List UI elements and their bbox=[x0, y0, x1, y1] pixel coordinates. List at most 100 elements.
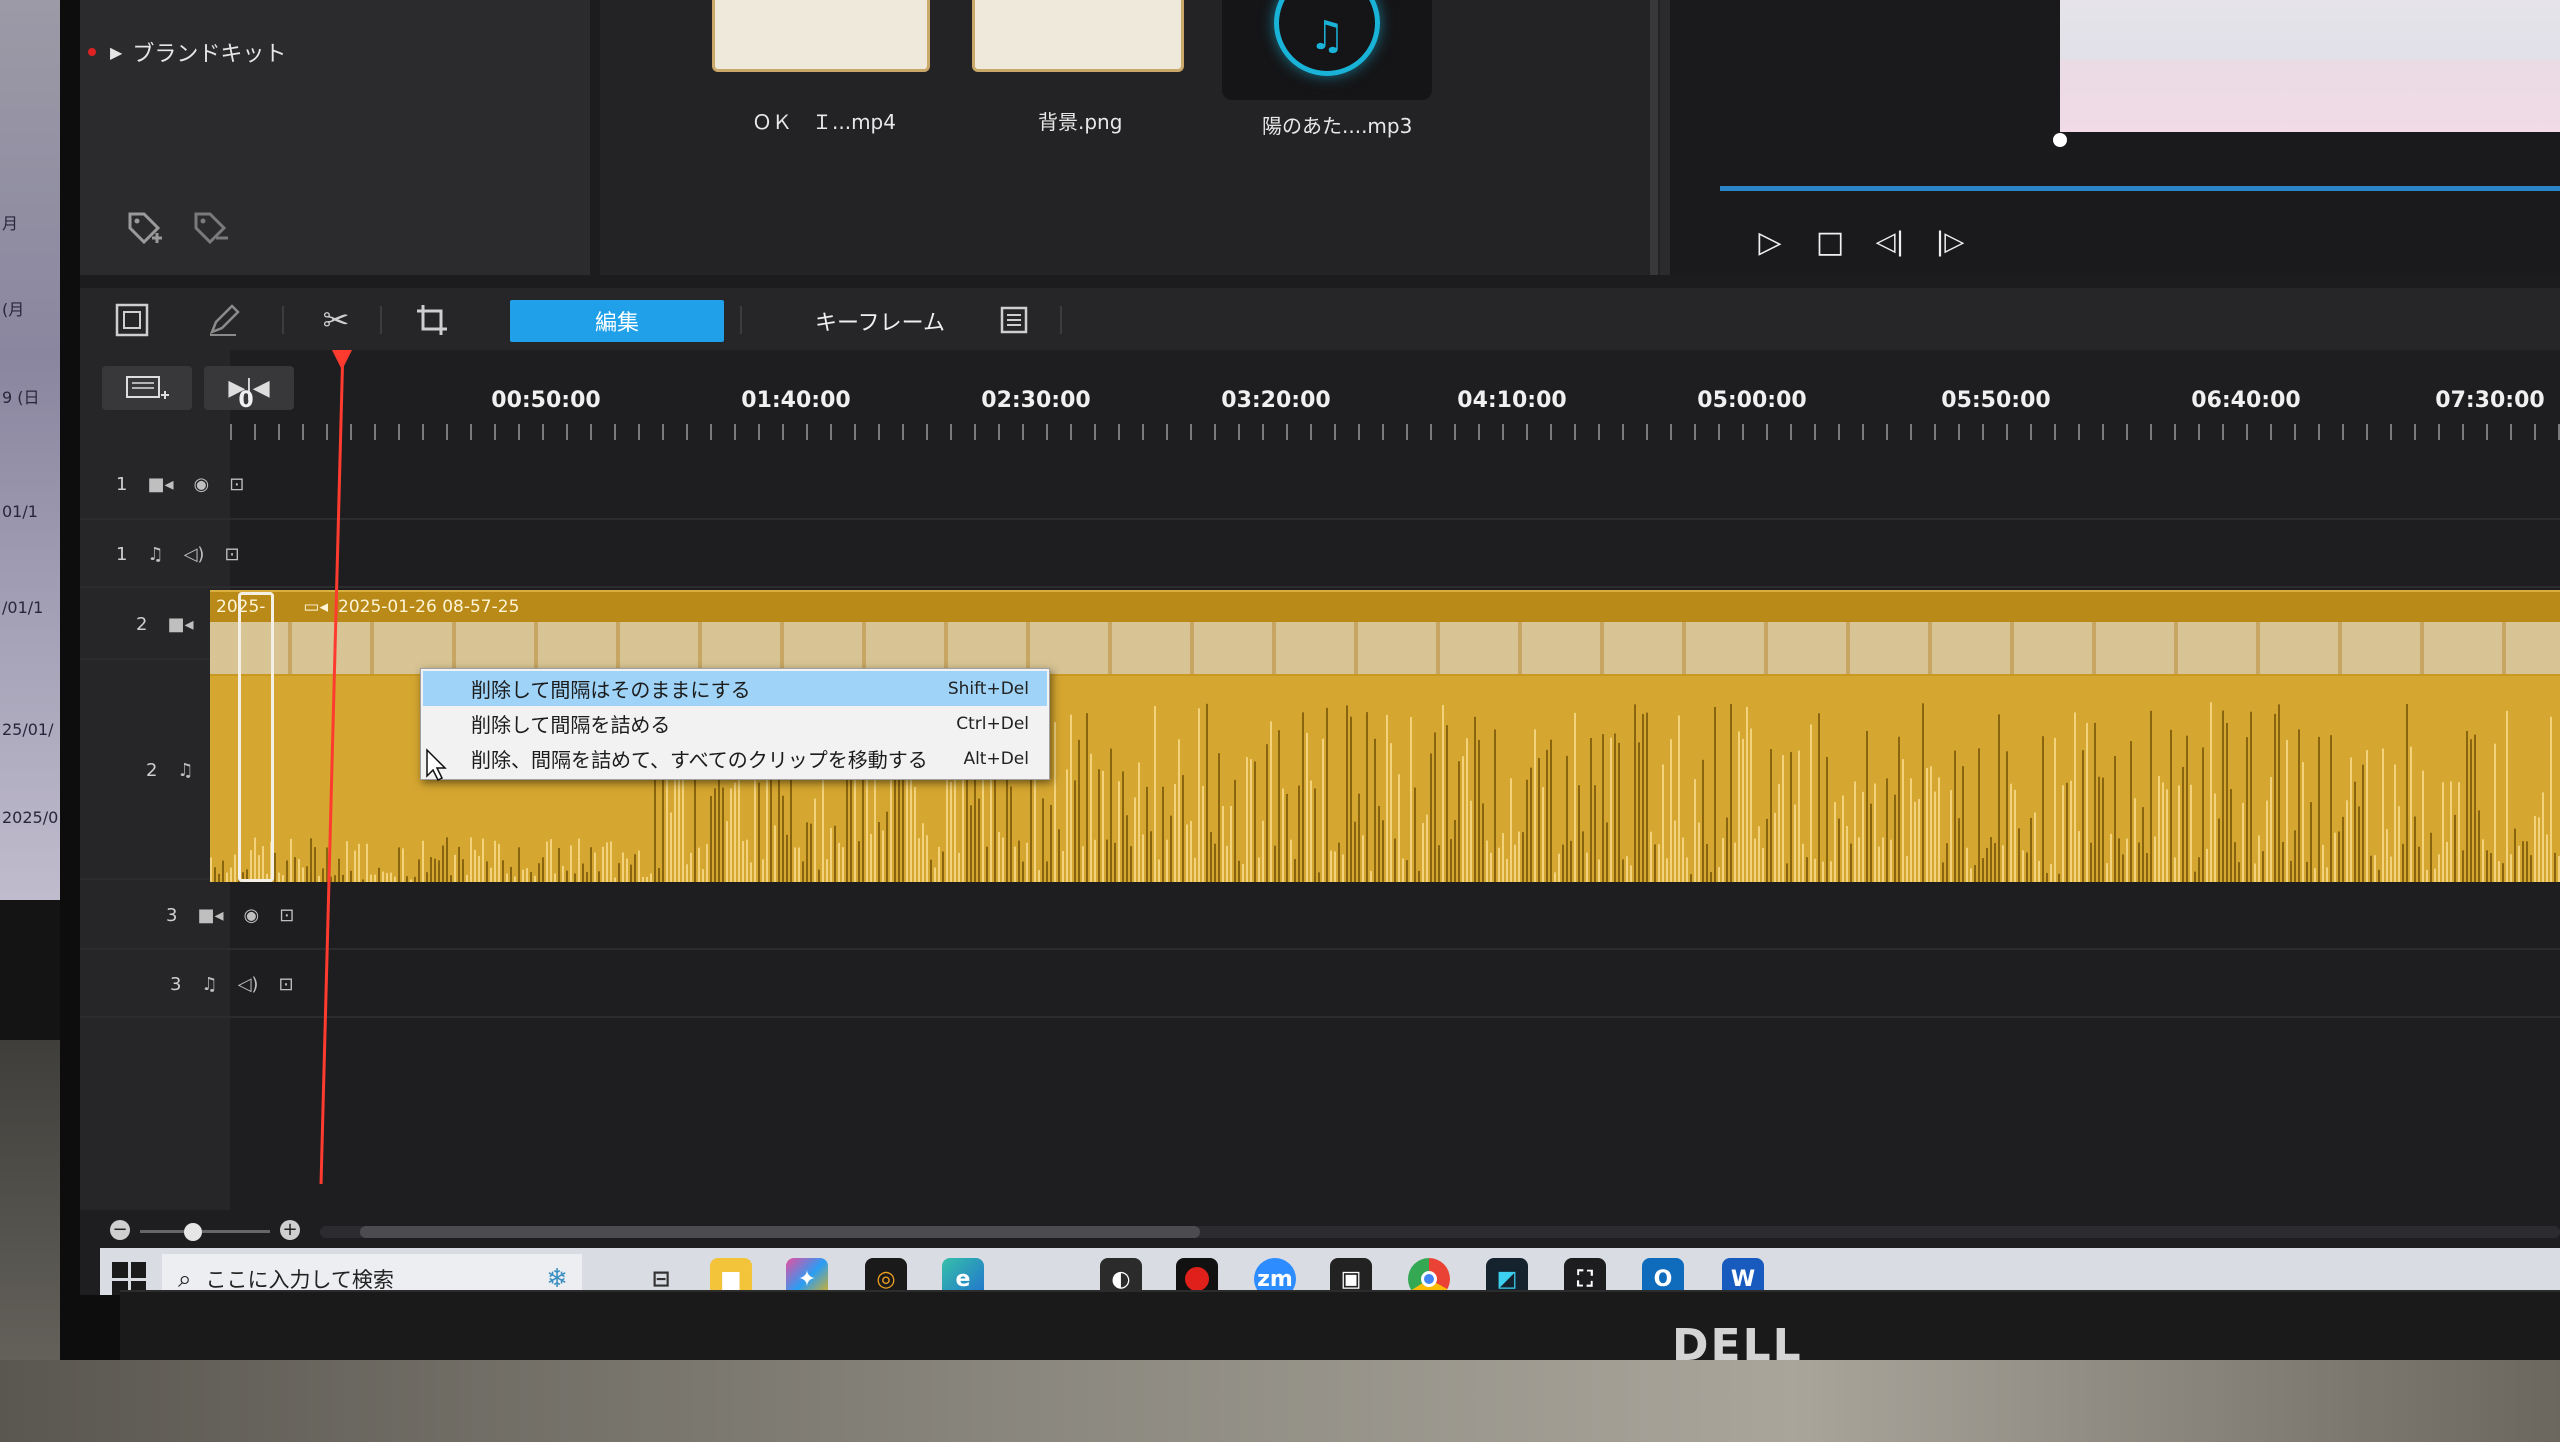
zoom-knob[interactable] bbox=[184, 1223, 202, 1241]
stop-icon[interactable]: □ bbox=[1810, 222, 1850, 262]
waveform-bar bbox=[794, 847, 796, 882]
menu-delete-keep-gap[interactable]: 削除して間隔はそのままにする Shift+Del bbox=[423, 671, 1047, 706]
speaker-icon[interactable]: ◁) bbox=[184, 544, 205, 565]
waveform-bar bbox=[1854, 781, 1856, 882]
waveform-bar bbox=[1798, 750, 1800, 882]
waveform-bar bbox=[1734, 842, 1736, 882]
panel-splitter[interactable] bbox=[1650, 0, 1658, 275]
waveform-bar bbox=[1594, 785, 1596, 882]
next-frame-icon[interactable]: |▷ bbox=[1930, 222, 1970, 262]
track-row-audio-1: 1 ♫ ◁) ⊡ bbox=[80, 522, 2560, 588]
ruler-label: 01:40:00 bbox=[741, 388, 851, 413]
play-icon[interactable]: ▷ bbox=[1750, 222, 1790, 262]
waveform-bar bbox=[1442, 705, 1444, 882]
menu-delete-ripple-all[interactable]: 削除、間隔を詰めて、すべてのクリップを移動する Alt+Del bbox=[423, 741, 1047, 776]
waveform-bar bbox=[1290, 839, 1292, 882]
lock-icon[interactable]: ⊡ bbox=[224, 544, 239, 565]
speaker-icon[interactable]: ◁) bbox=[238, 974, 259, 995]
eye-icon[interactable]: ◉ bbox=[194, 474, 210, 495]
waveform-bar bbox=[1598, 859, 1600, 882]
waveform-bar bbox=[1722, 838, 1724, 882]
waveform-bar bbox=[578, 838, 580, 882]
eye-icon[interactable]: ◉ bbox=[244, 905, 260, 926]
waveform-bar bbox=[214, 867, 216, 882]
waveform-bar bbox=[2282, 841, 2284, 882]
waveform-bar bbox=[1882, 837, 1884, 882]
waveform-bar bbox=[1838, 818, 1840, 882]
lock-icon[interactable]: ⊡ bbox=[279, 905, 294, 926]
clip-selection-box[interactable] bbox=[238, 592, 274, 882]
waveform-bar bbox=[846, 771, 848, 882]
add-track-button[interactable] bbox=[102, 366, 192, 410]
list-icon[interactable] bbox=[992, 298, 1036, 342]
media-thumb-video[interactable] bbox=[712, 0, 930, 72]
waveform-bar bbox=[594, 852, 596, 882]
waveform-bar bbox=[1146, 786, 1148, 882]
waveform-bar bbox=[2210, 702, 2212, 882]
waveform-bar bbox=[2470, 739, 2472, 882]
prev-frame-icon[interactable]: ◁| bbox=[1870, 222, 1910, 262]
waveform-bar bbox=[1490, 852, 1492, 882]
waveform-bar bbox=[2466, 730, 2468, 882]
waveform-bar bbox=[1234, 779, 1236, 882]
lock-icon[interactable]: ⊡ bbox=[278, 974, 293, 995]
waveform-bar bbox=[650, 873, 652, 882]
waveform-bar bbox=[834, 825, 836, 882]
preview-seekbar[interactable] bbox=[1720, 186, 2560, 191]
waveform-bar bbox=[1914, 801, 1916, 882]
waveform-bar bbox=[1046, 861, 1048, 882]
tab-edit[interactable]: 編集 bbox=[510, 300, 724, 342]
waveform-bar bbox=[1398, 774, 1400, 882]
waveform-bar bbox=[1158, 859, 1160, 882]
waveform-bar bbox=[1238, 860, 1240, 882]
waveform-bar bbox=[1478, 739, 1480, 882]
pen-icon[interactable] bbox=[202, 298, 246, 342]
waveform-bar bbox=[1566, 755, 1568, 882]
waveform-bar bbox=[658, 867, 660, 882]
add-tag-icon[interactable] bbox=[124, 208, 164, 248]
tab-keyframe[interactable]: キーフレーム bbox=[780, 300, 980, 342]
zoom-out-icon[interactable]: − bbox=[110, 1220, 130, 1240]
waveform-bar bbox=[1514, 844, 1516, 882]
lock-icon[interactable]: ⊡ bbox=[229, 474, 244, 495]
waveform-bar bbox=[498, 843, 500, 882]
waveform-bar bbox=[878, 822, 880, 882]
zoom-slider[interactable]: − + bbox=[110, 1220, 310, 1244]
waveform-bar bbox=[1966, 847, 1968, 882]
waveform-bar bbox=[1962, 766, 1964, 882]
waveform-bar bbox=[278, 872, 280, 882]
waveform-bar bbox=[1998, 714, 2000, 882]
waveform-bar bbox=[2038, 860, 2040, 882]
remove-tag-icon[interactable] bbox=[190, 208, 230, 248]
preview-handle[interactable] bbox=[2053, 133, 2067, 147]
waveform-bar bbox=[1958, 818, 1960, 882]
waveform-bar bbox=[2250, 711, 2252, 882]
menu-delete-close-gap[interactable]: 削除して間隔を詰める Ctrl+Del bbox=[423, 706, 1047, 741]
waveform-bar bbox=[1770, 749, 1772, 882]
waveform-bar bbox=[1774, 812, 1776, 882]
left-monitor-label: 月 bbox=[2, 214, 19, 233]
waveform-bar bbox=[542, 857, 544, 882]
scissors-icon[interactable]: ✂ bbox=[314, 298, 358, 342]
taskbar-search[interactable]: ⌕ ここに入力して検索 ❄ bbox=[162, 1254, 582, 1295]
waveform-bar bbox=[442, 845, 444, 882]
waveform-bar bbox=[2330, 735, 2332, 882]
scroll-thumb[interactable] bbox=[360, 1226, 1200, 1238]
zoom-in-icon[interactable]: + bbox=[280, 1220, 300, 1240]
waveform-bar bbox=[1786, 863, 1788, 882]
waveform-bar bbox=[374, 874, 376, 882]
waveform-bar bbox=[1874, 783, 1876, 882]
crop-icon[interactable] bbox=[410, 298, 454, 342]
time-ruler[interactable]: 0 00:50:00 01:40:00 02:30:00 03:20:00 04… bbox=[230, 350, 2560, 440]
clip-title: 2025-01-26 08-57-25 bbox=[338, 597, 520, 617]
select-icon[interactable] bbox=[110, 298, 154, 342]
waveform-bar bbox=[2126, 838, 2128, 882]
waveform-bar bbox=[1570, 840, 1572, 882]
waveform-bar bbox=[2162, 782, 2164, 882]
media-thumb-audio[interactable]: ♫ bbox=[1222, 0, 1432, 100]
media-thumb-image[interactable] bbox=[972, 0, 1184, 72]
waveform-bar bbox=[690, 852, 692, 882]
waveform-bar bbox=[1150, 831, 1152, 882]
waveform-bar bbox=[918, 838, 920, 882]
brand-kit-item[interactable]: ▶ ブランドキット bbox=[88, 36, 286, 68]
